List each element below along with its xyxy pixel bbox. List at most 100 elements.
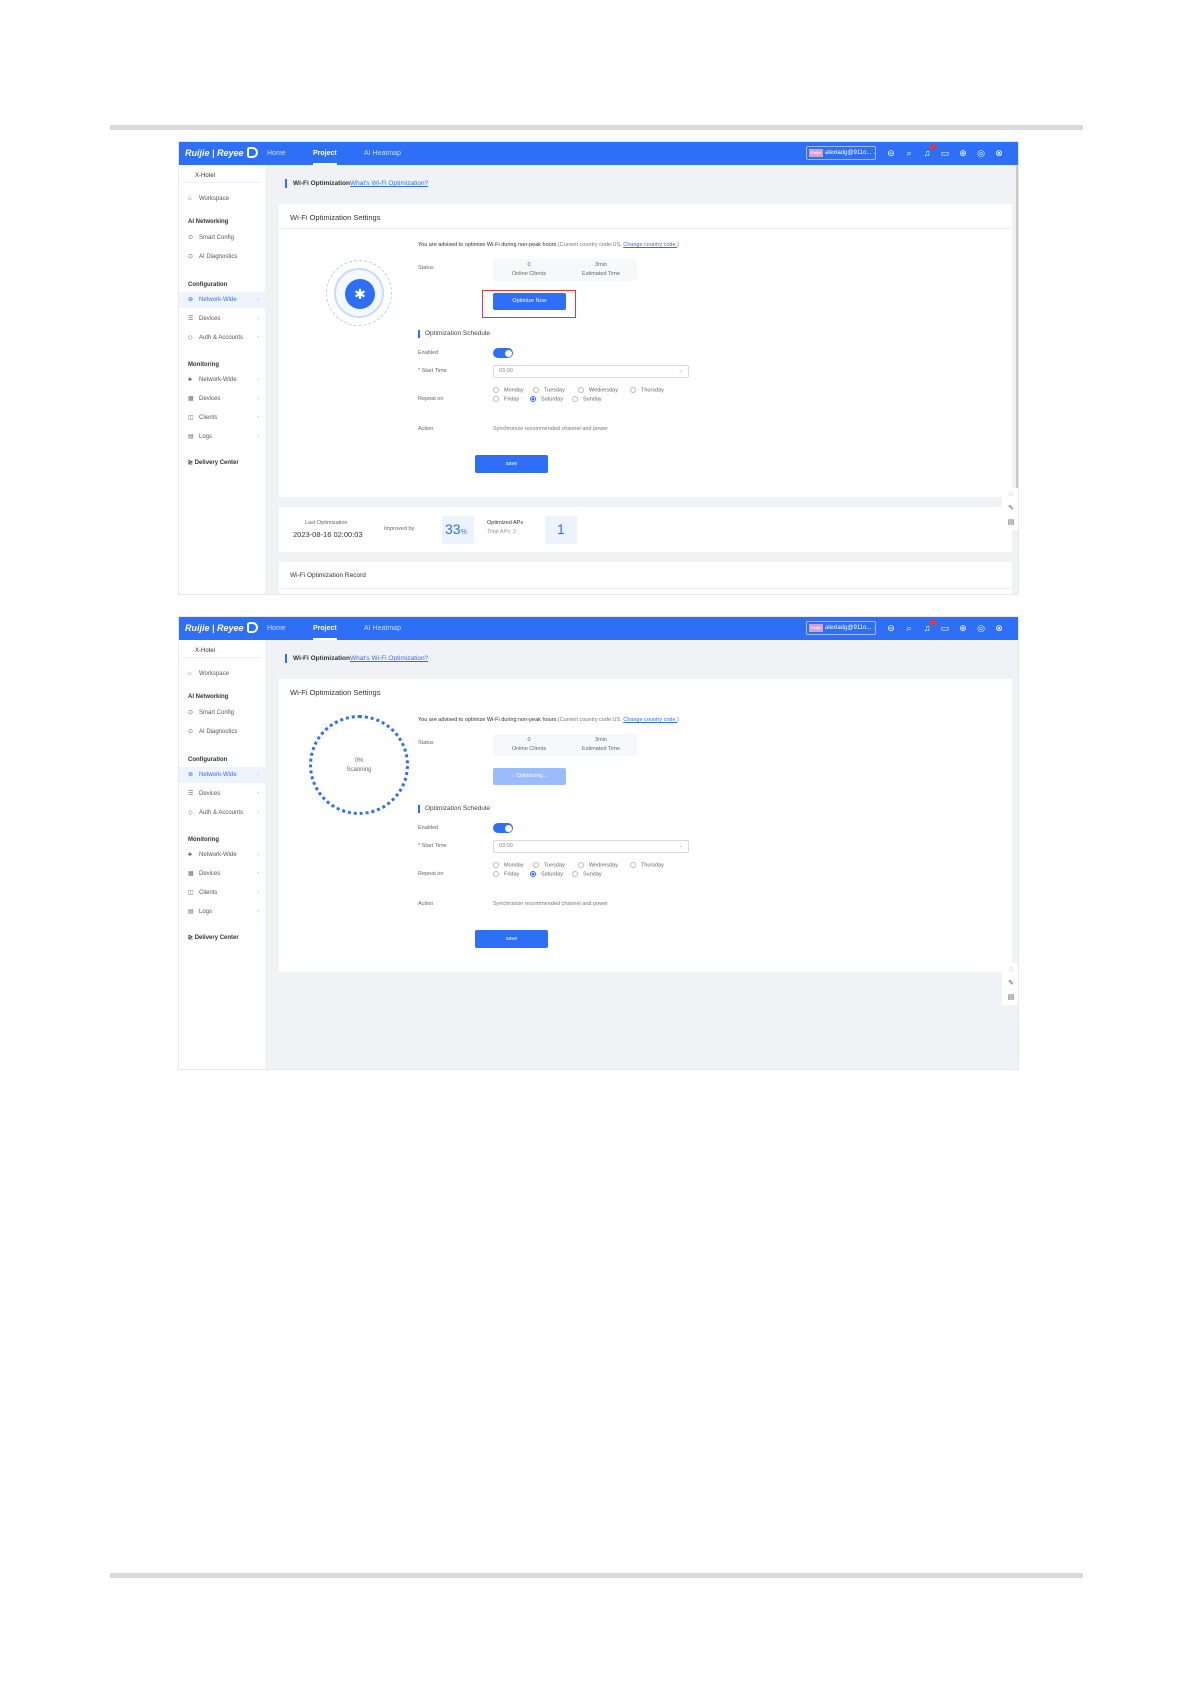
sidebar-item-ai-diagnostics[interactable]: ⊙ AI Diagnostics — [179, 724, 265, 740]
optimization-settings-card: Wi-Fi Optimization Settings 0% Scanning … — [279, 679, 1012, 972]
sidebar-item-delivery-center[interactable]: ⊵ Delivery Center — [188, 459, 239, 466]
sidebar: X-Hotel ⌂ Workspace AI Networking ⊙ Smart … — [179, 640, 265, 1069]
whats-optimization-link[interactable]: What's Wi-Fi Optimization? — [350, 180, 428, 187]
clipboard-icon[interactable]: ▤ — [1002, 516, 1018, 530]
project-selector[interactable]: X-Hotel — [183, 170, 261, 183]
change-country-link[interactable]: Change country code. — [623, 717, 677, 723]
sidebar-item-smart-config[interactable]: ⊙ Smart Config — [179, 230, 265, 246]
header-rule — [110, 125, 1083, 130]
chat-icon[interactable]: ◌ — [1002, 963, 1018, 977]
start-time-select[interactable]: 03:00 ⌄ — [493, 365, 689, 378]
network-icon: ⊕ — [188, 297, 194, 303]
bell-icon[interactable]: ♫ — [921, 619, 936, 634]
day-friday[interactable]: Friday — [493, 396, 519, 402]
sidebar-item-devices[interactable]: ☰ Devices › — [179, 786, 265, 802]
sidebar-item-clients[interactable]: ◫ Clients › — [179, 410, 265, 426]
nav-ai-heatmap[interactable]: AI Heatmap — [364, 617, 404, 640]
diagnostics-icon: ⊙ — [188, 729, 194, 735]
sidebar-item-auth-accounts[interactable]: ◇ Auth & Accounts › — [179, 805, 265, 821]
network-nodes-icon: ✱ — [345, 279, 375, 309]
account-dropdown[interactable]: Ruijiealexladg@911o... ⌄ — [806, 621, 876, 635]
screenshot-during: Ruijie | Reyee Home Project AI Heatmap R… — [178, 616, 1019, 1070]
top-navigation-bar: Ruijie | Reyee Home Project AI Heatmap R… — [179, 142, 1018, 165]
sidebar-item-devices[interactable]: ☰ Devices › — [179, 311, 265, 327]
config-icon: ⊙ — [188, 710, 194, 716]
day-friday[interactable]: Friday — [493, 871, 519, 877]
search-icon[interactable]: ⌕ — [903, 622, 915, 634]
feedback-icon[interactable]: ✎ — [1002, 977, 1018, 991]
day-monday[interactable]: Monday — [493, 862, 524, 868]
enabled-label: Enabled — [418, 825, 439, 831]
right-toolbar: ◌ ✎ ▤ — [1002, 488, 1018, 530]
sidebar-item-monitor-devices[interactable]: ▦ Devices › — [179, 866, 265, 882]
day-tuesday[interactable]: Tuesday — [533, 862, 565, 868]
nav-project[interactable]: Project — [313, 617, 337, 640]
sidebar-item-logs[interactable]: ▤ Logs › — [179, 429, 265, 445]
search-icon[interactable]: ⌕ — [903, 147, 915, 159]
sidebar-item-monitor-network-wide[interactable]: ♣ Network-Wide › — [179, 372, 265, 388]
project-selector[interactable]: X-Hotel — [183, 645, 261, 658]
sidebar-item-ai-diagnostics[interactable]: ⊙ AI Diagnostics — [179, 249, 265, 265]
clipboard-icon[interactable]: ▤ — [1002, 991, 1018, 1005]
sidebar-item-clients[interactable]: ◫ Clients › — [179, 885, 265, 901]
day-monday[interactable]: Monday — [493, 387, 524, 393]
status-box: 0 Online Clients 3min Estimated Time — [493, 259, 637, 281]
globe-icon[interactable]: ⊕ — [957, 622, 969, 634]
nav-ai-heatmap[interactable]: AI Heatmap — [364, 142, 404, 165]
save-button[interactable]: save — [475, 930, 548, 948]
account-dropdown[interactable]: Ruijiealexladg@911o... ⌄ — [806, 146, 876, 160]
sidebar-item-monitor-network-wide[interactable]: ♣ Network-Wide › — [179, 847, 265, 863]
group-monitoring: Monitoring — [188, 362, 219, 368]
user-icon[interactable]: ⊗ — [993, 147, 1005, 159]
estimated-time-value: 3min — [595, 262, 607, 268]
day-thursday[interactable]: Thursday — [630, 862, 664, 868]
sidebar-item-delivery-center[interactable]: ⊵ Delivery Center — [188, 934, 239, 941]
whats-optimization-link[interactable]: What's Wi-Fi Optimization? — [350, 655, 428, 662]
start-time-select[interactable]: 03:00 ⌄ — [493, 840, 689, 853]
chat-icon[interactable]: ◌ — [1002, 488, 1018, 502]
message-icon[interactable]: ▭ — [939, 147, 951, 159]
logs-icon: ▤ — [188, 434, 194, 440]
nav-project[interactable]: Project — [313, 142, 337, 165]
nav-home[interactable]: Home — [267, 617, 289, 640]
sidebar-item-smart-config[interactable]: ⊙ Smart Config — [179, 705, 265, 721]
sidebar-item-workspace[interactable]: ⌂ Workspace — [179, 666, 265, 682]
group-monitoring: Monitoring — [188, 837, 219, 843]
sidebar-item-workspace[interactable]: ⌂ Workspace — [179, 191, 265, 207]
day-sunday[interactable]: Sunday — [572, 871, 602, 877]
topology-icon: ♣ — [188, 852, 192, 858]
save-button[interactable]: save — [475, 455, 548, 473]
day-sunday[interactable]: Sunday — [572, 396, 602, 402]
history-icon[interactable]: ⊖ — [885, 147, 897, 159]
day-thursday[interactable]: Thursday — [630, 387, 664, 393]
feedback-icon[interactable]: ✎ — [1002, 502, 1018, 516]
day-wednesday[interactable]: Wednesday — [578, 387, 618, 393]
notification-badge — [930, 619, 936, 625]
status-box: 0 Online Clients 3min Estimated Time — [493, 734, 637, 756]
enabled-toggle[interactable] — [493, 823, 513, 833]
day-saturday[interactable]: Saturday — [530, 396, 563, 402]
globe-icon[interactable]: ⊕ — [957, 147, 969, 159]
sidebar-item-network-wide[interactable]: ⊕ Network-Wide › — [179, 767, 265, 783]
day-saturday[interactable]: Saturday — [530, 871, 563, 877]
change-country-link[interactable]: Change country code. — [623, 242, 677, 248]
scrollbar[interactable] — [1016, 165, 1018, 495]
enabled-toggle[interactable] — [493, 348, 513, 358]
user-icon[interactable]: ⊗ — [993, 622, 1005, 634]
help-icon[interactable]: ◎ — [975, 147, 987, 159]
chevron-right-icon: › — [257, 377, 259, 383]
message-icon[interactable]: ▭ — [939, 622, 951, 634]
sidebar-item-monitor-devices[interactable]: ▦ Devices › — [179, 391, 265, 407]
day-tuesday[interactable]: Tuesday — [533, 387, 565, 393]
day-wednesday[interactable]: Wednesday — [578, 862, 618, 868]
account-badge: Ruijie — [809, 149, 823, 157]
bell-icon[interactable]: ♫ — [921, 144, 936, 159]
screenshot-before: Ruijie | Reyee Home Project AI Heatmap R… — [178, 141, 1019, 595]
sidebar-item-auth-accounts[interactable]: ◇ Auth & Accounts › — [179, 330, 265, 346]
history-icon[interactable]: ⊖ — [885, 622, 897, 634]
help-icon[interactable]: ◎ — [975, 622, 987, 634]
nav-home[interactable]: Home — [267, 142, 289, 165]
sidebar-item-logs[interactable]: ▤ Logs › — [179, 904, 265, 920]
action-value: Synchronize recommended channel and powe… — [493, 901, 608, 907]
sidebar-item-network-wide[interactable]: ⊕ Network-Wide › — [179, 292, 265, 308]
